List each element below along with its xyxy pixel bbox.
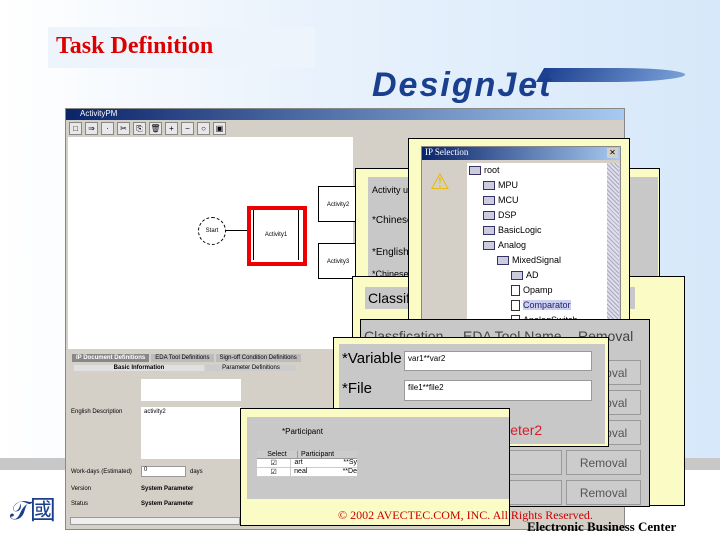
chinese-description-field[interactable] (141, 379, 241, 401)
folder-icon (511, 271, 523, 281)
english-description-field[interactable]: activity2 (141, 407, 241, 459)
tree-item[interactable]: root (469, 163, 607, 178)
layout-icon[interactable]: ▣ (213, 122, 226, 135)
close-icon[interactable]: ✕ (607, 148, 618, 158)
tree-item[interactable]: MCU (469, 193, 607, 208)
ip-selection-dialog: IP Selection ✕ ⚠ root MPU MCU DSP BasicLogic… (421, 146, 621, 347)
tree-item[interactable]: MixedSignal (469, 253, 607, 268)
tree-item[interactable]: Analog (469, 238, 607, 253)
tree-item-label: AD (526, 270, 539, 280)
tree-item-label: root (484, 165, 500, 175)
tree-item-label: Opamp (523, 285, 553, 295)
col-participant: Participant (297, 451, 357, 458)
file-label: *File (342, 380, 373, 397)
workdays-unit: days (190, 469, 203, 475)
tree-item-label: MixedSignal (512, 255, 562, 265)
workdays-field[interactable]: 0 (141, 466, 186, 477)
tree-item[interactable]: Opamp (469, 283, 607, 298)
select-checkbox[interactable]: ☑ (257, 459, 290, 467)
window-titlebar: ActivityPM (66, 109, 624, 120)
save-icon[interactable]: · (101, 122, 114, 135)
status-value: System Parameter (141, 501, 194, 507)
tree-item[interactable]: DSP (469, 208, 607, 223)
horizontal-scrollbar[interactable] (70, 517, 240, 525)
zoom-in-icon[interactable]: + (165, 122, 178, 135)
zoom-fit-icon[interactable]: ○ (197, 122, 210, 135)
tree-item[interactable]: Comparator (469, 298, 607, 313)
tree-item[interactable]: AD (469, 268, 607, 283)
toolbar: □ ⇒ · ✂ ⎘ 🗑 + − ○ ▣ (66, 120, 624, 137)
subtab-basic-info[interactable]: Basic Information (74, 365, 204, 371)
tab-ip-document[interactable]: IP Document Definitions (72, 354, 150, 362)
delete-icon[interactable]: 🗑 (149, 122, 162, 135)
document-icon (511, 285, 520, 297)
tab-eda-tool[interactable]: EDA Tool Definitions (151, 354, 214, 362)
table-row[interactable]: ☑ neal **De (257, 468, 357, 477)
activity3-node[interactable]: Activity3 (318, 243, 358, 279)
designjet-logo: DesignJet (372, 66, 553, 104)
activity2-node[interactable]: Activity2 (318, 186, 358, 222)
business-center-label: Electronic Business Center (527, 519, 677, 534)
variable-input[interactable]: var1**var2 (404, 351, 592, 371)
cut-icon[interactable]: ✂ (117, 122, 130, 135)
participant-form: *Participant Select Participant ☑ art **… (247, 417, 509, 499)
version-label: Version (71, 486, 92, 492)
folder-icon (483, 241, 495, 251)
new-icon[interactable]: □ (69, 122, 82, 135)
connector (226, 230, 248, 231)
participant-role: **Sy (343, 459, 357, 466)
folder-icon (469, 166, 481, 176)
tree-item-label: Analog (498, 240, 527, 250)
diagram-canvas[interactable]: Start Activity1 Activity2 Activity3 (68, 137, 358, 349)
folder-icon (483, 211, 495, 221)
document-icon (511, 300, 520, 312)
folder-icon (483, 181, 495, 191)
table-header: Select Participant (257, 451, 357, 459)
tree-item-label: DSP (498, 210, 517, 220)
tree-item[interactable]: MPU (469, 178, 607, 193)
workdays-label: Work-days (Estimated) (71, 469, 132, 475)
folder-icon (483, 196, 495, 206)
start-node[interactable]: Start (198, 217, 226, 245)
copy-icon[interactable]: ⎘ (133, 122, 146, 135)
status-label: Status (71, 501, 89, 507)
version-value: System Parameter (141, 486, 194, 492)
col-select: Select (267, 451, 287, 458)
dialog-titlebar: IP Selection (422, 147, 620, 160)
participant-name: neal (290, 468, 340, 476)
open-icon[interactable]: ⇒ (85, 122, 98, 135)
tab-signoff[interactable]: Sign-off Condition Definitions (215, 354, 301, 362)
folder-icon (483, 226, 495, 236)
participant-name: art (290, 459, 341, 467)
removal-button[interactable]: Removal (566, 450, 641, 475)
activity-node[interactable]: Activity1 (253, 210, 299, 260)
tree-item-label: MPU (498, 180, 518, 190)
folder-icon (497, 256, 509, 266)
participant-role: **De (342, 468, 357, 475)
tree-item-label: BasicLogic (498, 225, 542, 235)
tree-item[interactable]: BasicLogic (469, 223, 607, 238)
removal-button[interactable]: Removal (566, 480, 641, 505)
participant-label: *Participant (282, 427, 323, 436)
ip-selection-callout: IP Selection ✕ ⚠ root MPU MCU DSP BasicLogic… (408, 138, 630, 348)
slide-title: Task Definition (48, 27, 315, 68)
select-checkbox[interactable]: ☑ (257, 468, 290, 476)
warning-icon: ⚠ (430, 169, 450, 194)
subtab-parameters[interactable]: Parameter Definitions (206, 365, 296, 371)
english-description-label: English Description (71, 409, 123, 415)
tab-bar: IP Document Definitions EDA Tool Definit… (72, 354, 301, 362)
variable-label: *Variable (342, 350, 402, 367)
participant-table: Select Participant ☑ art **Sy ☑ neal **D… (257, 451, 357, 477)
tree-item-label: MCU (498, 195, 519, 205)
institute-logo: 𝒯國 (10, 496, 56, 525)
file-input[interactable]: file1**file2 (404, 380, 592, 401)
table-row[interactable]: ☑ art **Sy (257, 459, 357, 468)
tree-item-label: Comparator (523, 300, 571, 310)
zoom-out-icon[interactable]: − (181, 122, 194, 135)
